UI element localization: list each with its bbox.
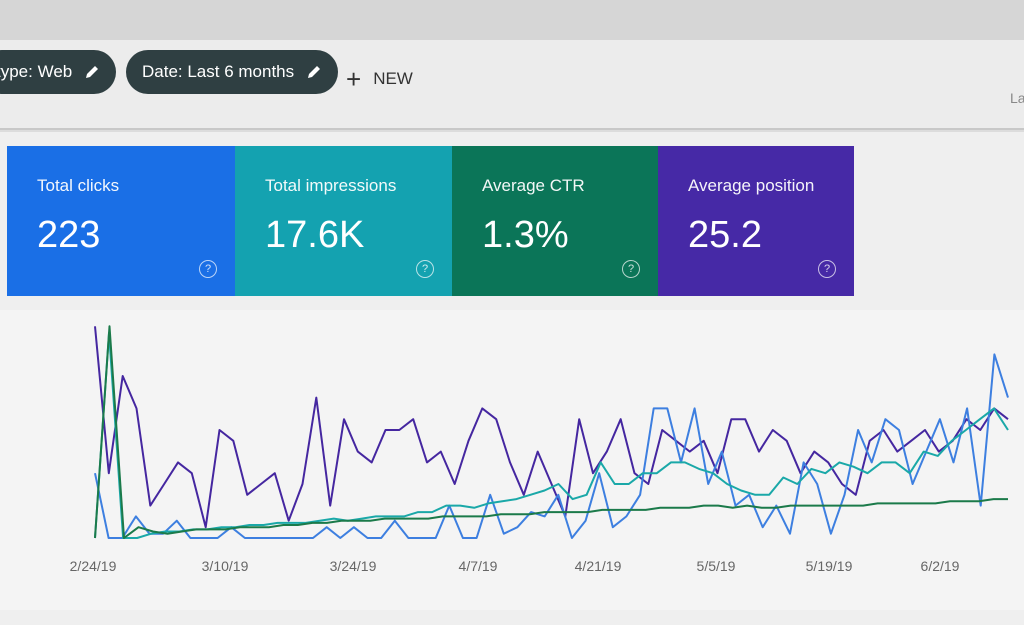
metric-label: Average position	[688, 176, 815, 195]
performance-chart: 2/24/19 3/10/19 3/24/19 4/7/19 4/21/19 5…	[0, 310, 1024, 610]
metric-card-total-clicks[interactable]: Total clicks 223 ?	[7, 146, 235, 296]
plus-icon: +	[346, 64, 362, 94]
filter-chip-search-type[interactable]: type: Web	[0, 50, 117, 94]
series-line-0	[94, 326, 1009, 529]
chart-lines	[94, 325, 1009, 539]
x-tick-label: 2/24/19	[69, 558, 117, 574]
x-tick-label: 5/19/19	[805, 558, 853, 574]
help-icon[interactable]: ?	[622, 260, 640, 278]
help-icon[interactable]: ?	[199, 260, 217, 278]
metric-value: 17.6K	[265, 214, 365, 256]
chip-label: Date: Last 6 months	[142, 62, 295, 81]
pencil-icon	[308, 66, 321, 78]
metric-value: 223	[37, 214, 101, 256]
help-icon[interactable]: ?	[818, 260, 836, 278]
filter-bar: type: Web Date: Last 6 months + NEW La	[0, 40, 1024, 130]
x-tick-label: 6/2/19	[920, 558, 960, 574]
metric-label: Average CTR	[482, 176, 585, 195]
x-tick-label: 5/5/19	[696, 558, 736, 574]
top-bar	[0, 0, 1024, 40]
help-icon[interactable]: ?	[416, 260, 434, 278]
x-tick-label: 4/21/19	[574, 558, 622, 574]
x-tick-label: 3/24/19	[329, 558, 377, 574]
chip-label: type: Web	[0, 62, 73, 81]
x-tick-label: 4/7/19	[458, 558, 498, 574]
metric-label: Total impressions	[265, 176, 397, 195]
truncated-text: La	[1010, 90, 1024, 106]
series-line-1	[94, 353, 1009, 539]
performance-panel: Total clicks 223 ? Total impressions 17.…	[0, 132, 1024, 625]
x-tick-label: 3/10/19	[201, 558, 249, 574]
metric-value: 25.2	[688, 214, 762, 256]
metric-card-average-position[interactable]: Average position 25.2 ?	[658, 146, 854, 296]
metric-value: 1.3%	[482, 214, 569, 256]
pencil-icon	[86, 66, 99, 78]
metric-card-total-impressions[interactable]: Total impressions 17.6K ?	[235, 146, 452, 296]
new-label: NEW	[373, 69, 413, 88]
metric-card-average-ctr[interactable]: Average CTR 1.3% ?	[452, 146, 658, 296]
filter-chip-date[interactable]: Date: Last 6 months	[126, 50, 339, 94]
new-filter-button[interactable]: + NEW	[346, 66, 413, 92]
metric-label: Total clicks	[37, 176, 120, 195]
